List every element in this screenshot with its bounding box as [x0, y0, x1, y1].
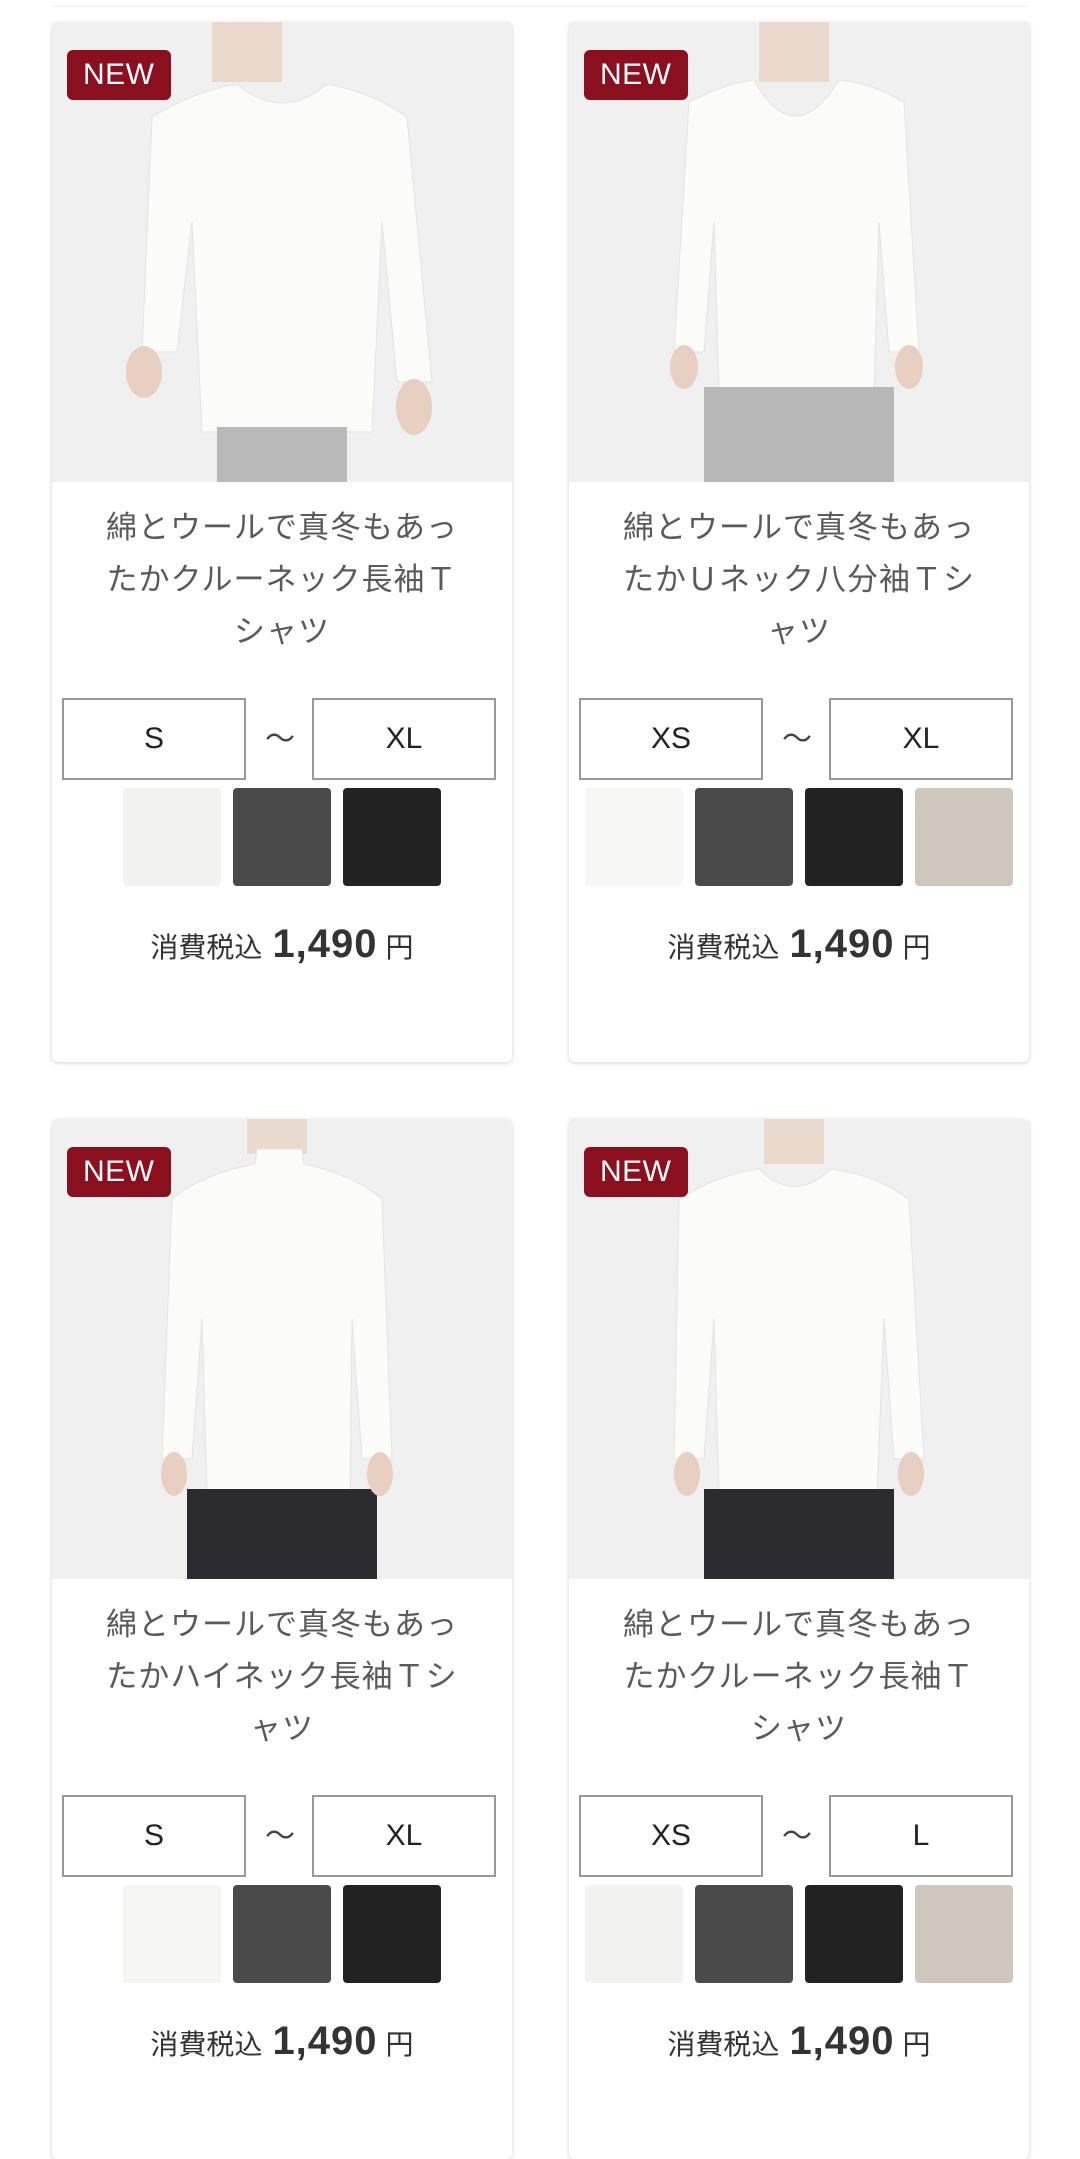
size-max: XL	[312, 698, 496, 780]
product-card[interactable]: NEW 綿とウールで真冬もあっ たかクルーネック長袖Ｔ シャツ XS 〜 L 消…	[569, 1119, 1029, 2159]
price: 消費税込 1,490 円	[569, 2019, 1029, 2064]
currency: 円	[385, 931, 414, 964]
size-separator: 〜	[782, 722, 812, 757]
color-swatch-offwhite[interactable]	[585, 1885, 683, 1983]
price-amount: 1,490	[789, 2019, 895, 2063]
product-card[interactable]: NEW 綿とウールで真冬もあっ たかクルーネック長袖Ｔ シャツ S 〜 XL 消…	[52, 22, 512, 1062]
size-separator: 〜	[265, 1819, 295, 1854]
size-separator: 〜	[782, 1819, 812, 1854]
product-title[interactable]: 綿とウールで真冬もあっ たかクルーネック長袖Ｔ シャツ	[82, 502, 482, 658]
color-swatch-black[interactable]	[343, 1885, 441, 1983]
product-title[interactable]: 綿とウールで真冬もあっ たかＵネック八分袖Ｔシ ャツ	[599, 502, 999, 658]
price-amount: 1,490	[789, 922, 895, 966]
color-swatch-oatmeal[interactable]	[915, 788, 1013, 886]
size-range: XS 〜 XL	[579, 698, 1019, 784]
color-swatch-black[interactable]	[805, 788, 903, 886]
color-swatch-black[interactable]	[343, 788, 441, 886]
size-min: XS	[579, 698, 763, 780]
tax-label: 消費税込	[667, 2028, 780, 2061]
price-amount: 1,490	[272, 922, 378, 966]
price-amount: 1,490	[272, 2019, 378, 2063]
color-swatches	[52, 1885, 512, 1985]
size-separator: 〜	[265, 722, 295, 757]
size-min: S	[62, 698, 246, 780]
product-card[interactable]: NEW 綿とウールで真冬もあっ たかハイネック長袖Ｔシ ャツ S 〜 XL 消費…	[52, 1119, 512, 2159]
size-min: S	[62, 1795, 246, 1877]
color-swatch-black[interactable]	[805, 1885, 903, 1983]
product-title[interactable]: 綿とウールで真冬もあっ たかクルーネック長袖Ｔ シャツ	[599, 1599, 999, 1755]
currency: 円	[385, 2028, 414, 2061]
tax-label: 消費税込	[150, 931, 263, 964]
tax-label: 消費税込	[150, 2028, 263, 2061]
new-badge: NEW	[67, 50, 171, 100]
color-swatch-charcoal[interactable]	[233, 788, 331, 886]
size-min: XS	[579, 1795, 763, 1877]
color-swatch-offwhite[interactable]	[123, 1885, 221, 1983]
product-title[interactable]: 綿とウールで真冬もあっ たかハイネック長袖Ｔシ ャツ	[82, 1599, 482, 1755]
color-swatch-charcoal[interactable]	[695, 788, 793, 886]
product-image[interactable]: NEW	[52, 1119, 512, 1579]
currency: 円	[902, 931, 931, 964]
product-image[interactable]: NEW	[52, 22, 512, 482]
currency: 円	[902, 2028, 931, 2061]
size-max: XL	[829, 698, 1013, 780]
color-swatch-charcoal[interactable]	[695, 1885, 793, 1983]
tax-label: 消費税込	[667, 931, 780, 964]
previous-section-edge	[52, 0, 1028, 7]
size-range: XS 〜 L	[579, 1795, 1019, 1881]
color-swatch-offwhite[interactable]	[123, 788, 221, 886]
color-swatch-oatmeal[interactable]	[915, 1885, 1013, 1983]
product-image[interactable]: NEW	[569, 1119, 1029, 1579]
price: 消費税込 1,490 円	[569, 922, 1029, 967]
product-card[interactable]: NEW 綿とウールで真冬もあっ たかＵネック八分袖Ｔシ ャツ XS 〜 XL 消…	[569, 22, 1029, 1062]
new-badge: NEW	[584, 50, 688, 100]
size-max: XL	[312, 1795, 496, 1877]
price: 消費税込 1,490 円	[52, 2019, 512, 2064]
product-image[interactable]: NEW	[569, 22, 1029, 482]
size-max: L	[829, 1795, 1013, 1877]
new-badge: NEW	[67, 1147, 171, 1197]
size-range: S 〜 XL	[62, 1795, 502, 1881]
product-grid: NEW 綿とウールで真冬もあっ たかクルーネック長袖Ｔ シャツ S 〜 XL 消…	[52, 22, 1029, 2159]
color-swatches	[569, 1885, 1029, 1985]
color-swatch-offwhite[interactable]	[585, 788, 683, 886]
color-swatch-charcoal[interactable]	[233, 1885, 331, 1983]
color-swatches	[569, 788, 1029, 888]
price: 消費税込 1,490 円	[52, 922, 512, 967]
color-swatches	[52, 788, 512, 888]
size-range: S 〜 XL	[62, 698, 502, 784]
new-badge: NEW	[584, 1147, 688, 1197]
